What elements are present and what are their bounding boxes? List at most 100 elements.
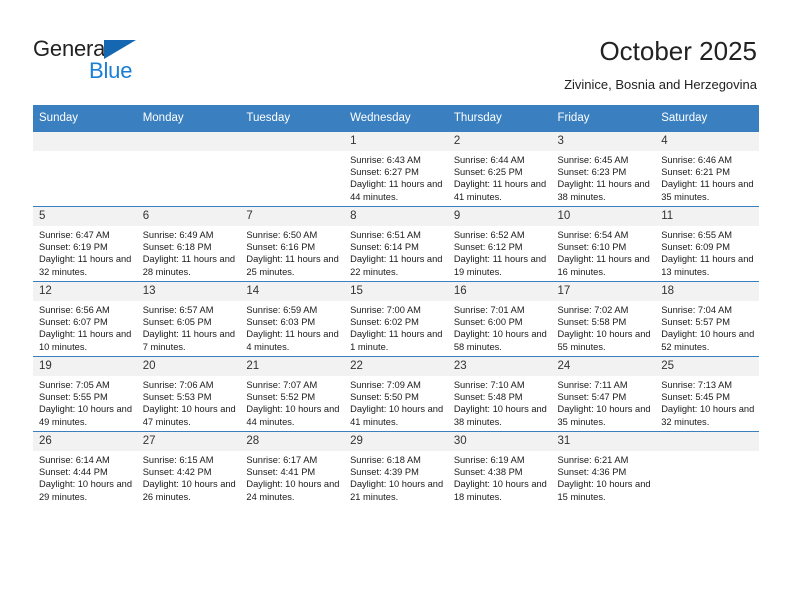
sunset-text: Sunset: 6:00 PM (453, 317, 523, 328)
daylight-text: Daylight: 10 hours and 29 minutes. (39, 479, 133, 502)
calendar-day-cell[interactable]: 4 Sunrise: 6:46 AM Sunset: 6:21 PM Daylight… (655, 131, 759, 207)
calendar-day-cell[interactable]: 28 Sunrise: 6:17 AM Sunset: 4:41 PM Dayligh… (240, 431, 345, 506)
weekday-header-tuesday: Tuesday (240, 105, 345, 132)
daylight-text: Daylight: 10 hours and 52 minutes. (661, 329, 755, 352)
calendar-week-row: 1 Sunrise: 6:43 AM Sunset: 6:27 PM Daylight… (33, 131, 759, 207)
calendar-day-cell[interactable]: 29 Sunrise: 6:18 AM Sunset: 4:39 PM Dayligh… (344, 431, 448, 506)
sunset-text: Sunset: 6:21 PM (661, 167, 730, 178)
sunset-text: Sunset: 4:36 PM (557, 467, 627, 478)
calendar-day-cell[interactable]: 15 Sunrise: 7:00 AM Sunset: 6:02 PM Dayligh… (344, 281, 448, 357)
day-sun-info: Sunrise: 6:55 AM Sunset: 6:09 PM Daylight:… (655, 226, 759, 278)
day-sun-info: Sunrise: 6:56 AM Sunset: 6:07 PM Daylight:… (33, 301, 137, 353)
sunset-text: Sunset: 4:44 PM (39, 467, 108, 478)
sunset-text: Sunset: 5:53 PM (142, 392, 212, 403)
daylight-text: Daylight: 10 hours and 18 minutes. (453, 479, 547, 502)
calendar-day-cell[interactable]: 26 Sunrise: 6:14 AM Sunset: 4:44 PM Dayligh… (33, 431, 137, 506)
calendar-day-cell[interactable]: 30 Sunrise: 6:19 AM Sunset: 4:38 PM Dayligh… (447, 431, 552, 506)
sunrise-text: Sunrise: 6:57 AM (142, 305, 214, 315)
day-number (33, 132, 137, 151)
day-sun-info: Sunrise: 7:06 AM Sunset: 5:53 PM Daylight:… (137, 376, 241, 428)
sunrise-text: Sunrise: 6:14 AM (39, 455, 110, 465)
daylight-text: Daylight: 10 hours and 55 minutes. (557, 329, 651, 352)
calendar-day-cell[interactable]: 23 Sunrise: 7:10 AM Sunset: 5:48 PM Dayligh… (447, 356, 552, 432)
daylight-text: Daylight: 11 hours and 16 minutes. (557, 254, 650, 277)
calendar-day-cell-empty (240, 131, 345, 207)
sunset-text: Sunset: 6:19 PM (39, 242, 108, 253)
sunrise-text: Sunrise: 6:51 AM (350, 230, 421, 240)
daylight-text: Daylight: 11 hours and 41 minutes. (453, 179, 547, 202)
sunset-text: Sunset: 6:25 PM (453, 167, 523, 178)
calendar-week-row: 19 Sunrise: 7:05 AM Sunset: 5:55 PM Dayligh… (33, 356, 759, 432)
sunset-text: Sunset: 5:47 PM (557, 392, 627, 403)
sunrise-text: Sunrise: 7:07 AM (246, 380, 318, 390)
sunrise-text: Sunrise: 7:02 AM (557, 305, 629, 315)
calendar-table: Sunday Monday Tuesday Wednesday Thursday… (33, 105, 759, 506)
calendar-day-cell[interactable]: 3 Sunrise: 6:45 AM Sunset: 6:23 PM Daylight… (551, 131, 656, 207)
sunrise-text: Sunrise: 6:50 AM (246, 230, 318, 240)
day-sun-info: Sunrise: 6:43 AM Sunset: 6:27 PM Daylight:… (344, 151, 448, 203)
calendar-day-cell[interactable]: 1 Sunrise: 6:43 AM Sunset: 6:27 PM Daylight… (344, 131, 448, 207)
day-number (240, 132, 345, 151)
day-number: 20 (136, 357, 241, 376)
day-sun-info: Sunrise: 7:02 AM Sunset: 5:58 PM Daylight:… (552, 301, 656, 353)
calendar-day-cell[interactable]: 19 Sunrise: 7:05 AM Sunset: 5:55 PM Dayligh… (33, 356, 137, 432)
calendar-day-cell[interactable]: 6 Sunrise: 6:49 AM Sunset: 6:18 PM Daylight… (136, 206, 241, 282)
day-sun-info: Sunrise: 6:17 AM Sunset: 4:41 PM Daylight:… (240, 451, 344, 503)
calendar-header-row: Sunday Monday Tuesday Wednesday Thursday… (33, 105, 759, 132)
weekday-header-thursday: Thursday (447, 105, 552, 132)
day-number: 12 (33, 282, 137, 301)
sunset-text: Sunset: 6:07 PM (39, 317, 108, 328)
general-blue-logo: General Blue (33, 36, 213, 84)
calendar-day-cell[interactable]: 9 Sunrise: 6:52 AM Sunset: 6:12 PM Daylight… (447, 206, 552, 282)
calendar-day-cell[interactable]: 16 Sunrise: 7:01 AM Sunset: 6:00 PM Dayligh… (447, 281, 552, 357)
day-sun-info: Sunrise: 6:21 AM Sunset: 4:36 PM Daylight:… (552, 451, 656, 503)
calendar-day-cell[interactable]: 2 Sunrise: 6:44 AM Sunset: 6:25 PM Daylight… (447, 131, 552, 207)
calendar-day-cell[interactable]: 13 Sunrise: 6:57 AM Sunset: 6:05 PM Dayligh… (136, 281, 241, 357)
daylight-text: Daylight: 10 hours and 15 minutes. (557, 479, 651, 502)
daylight-text: Daylight: 11 hours and 35 minutes. (661, 179, 754, 202)
calendar-day-cell[interactable]: 7 Sunrise: 6:50 AM Sunset: 6:16 PM Daylight… (240, 206, 345, 282)
sunset-text: Sunset: 6:09 PM (661, 242, 730, 253)
calendar-day-cell[interactable]: 20 Sunrise: 7:06 AM Sunset: 5:53 PM Dayligh… (136, 356, 241, 432)
sunrise-text: Sunrise: 6:15 AM (142, 455, 214, 465)
day-number: 15 (344, 282, 448, 301)
calendar-day-cell[interactable]: 5 Sunrise: 6:47 AM Sunset: 6:19 PM Daylight… (33, 206, 137, 282)
calendar-day-cell[interactable]: 22 Sunrise: 7:09 AM Sunset: 5:50 PM Dayligh… (344, 356, 448, 432)
day-number: 25 (655, 357, 759, 376)
day-number: 22 (344, 357, 448, 376)
daylight-text: Daylight: 10 hours and 38 minutes. (453, 404, 547, 427)
calendar-day-cell[interactable]: 12 Sunrise: 6:56 AM Sunset: 6:07 PM Dayligh… (33, 281, 137, 357)
day-sun-info: Sunrise: 7:04 AM Sunset: 5:57 PM Daylight:… (655, 301, 759, 353)
day-sun-info: Sunrise: 7:05 AM Sunset: 5:55 PM Daylight:… (33, 376, 137, 428)
day-number: 28 (240, 432, 345, 451)
calendar-day-cell[interactable]: 25 Sunrise: 7:13 AM Sunset: 5:45 PM Dayligh… (655, 356, 759, 432)
calendar-day-cell[interactable]: 31 Sunrise: 6:21 AM Sunset: 4:36 PM Dayligh… (551, 431, 656, 506)
calendar-day-cell[interactable]: 14 Sunrise: 6:59 AM Sunset: 6:03 PM Dayligh… (240, 281, 345, 357)
calendar-body: 1 Sunrise: 6:43 AM Sunset: 6:27 PM Daylight… (33, 131, 759, 506)
daylight-text: Daylight: 10 hours and 21 minutes. (350, 479, 444, 502)
page-subtitle-location: Zivinice, Bosnia and Herzegovina (564, 77, 757, 92)
calendar-day-cell[interactable]: 18 Sunrise: 7:04 AM Sunset: 5:57 PM Dayligh… (655, 281, 759, 357)
calendar-day-cell-empty (136, 131, 241, 207)
calendar-day-cell[interactable]: 27 Sunrise: 6:15 AM Sunset: 4:42 PM Dayligh… (136, 431, 241, 506)
calendar-day-cell[interactable]: 17 Sunrise: 7:02 AM Sunset: 5:58 PM Dayligh… (551, 281, 656, 357)
calendar-day-cell[interactable]: 11 Sunrise: 6:55 AM Sunset: 6:09 PM Dayligh… (655, 206, 759, 282)
day-sun-info: Sunrise: 6:14 AM Sunset: 4:44 PM Daylight:… (33, 451, 137, 503)
day-number: 31 (551, 432, 656, 451)
day-number: 11 (655, 207, 759, 226)
day-sun-info: Sunrise: 6:49 AM Sunset: 6:18 PM Daylight:… (137, 226, 241, 278)
day-sun-info: Sunrise: 6:45 AM Sunset: 6:23 PM Daylight:… (552, 151, 656, 203)
daylight-text: Daylight: 10 hours and 44 minutes. (246, 404, 340, 427)
day-number: 3 (551, 132, 656, 151)
day-number: 4 (655, 132, 759, 151)
calendar-day-cell[interactable]: 21 Sunrise: 7:07 AM Sunset: 5:52 PM Dayligh… (240, 356, 345, 432)
sunset-text: Sunset: 6:12 PM (453, 242, 523, 253)
calendar-day-cell[interactable]: 8 Sunrise: 6:51 AM Sunset: 6:14 PM Daylight… (344, 206, 448, 282)
day-sun-info: Sunrise: 7:11 AM Sunset: 5:47 PM Daylight:… (552, 376, 656, 428)
weekday-header-wednesday: Wednesday (344, 105, 448, 132)
calendar-page: General Blue October 2025 Zivinice, Bosn… (0, 0, 792, 612)
calendar-day-cell[interactable]: 24 Sunrise: 7:11 AM Sunset: 5:47 PM Dayligh… (551, 356, 656, 432)
calendar-day-cell[interactable]: 10 Sunrise: 6:54 AM Sunset: 6:10 PM Dayligh… (551, 206, 656, 282)
sunrise-text: Sunrise: 6:56 AM (39, 305, 110, 315)
calendar-day-cell-empty (33, 131, 137, 207)
